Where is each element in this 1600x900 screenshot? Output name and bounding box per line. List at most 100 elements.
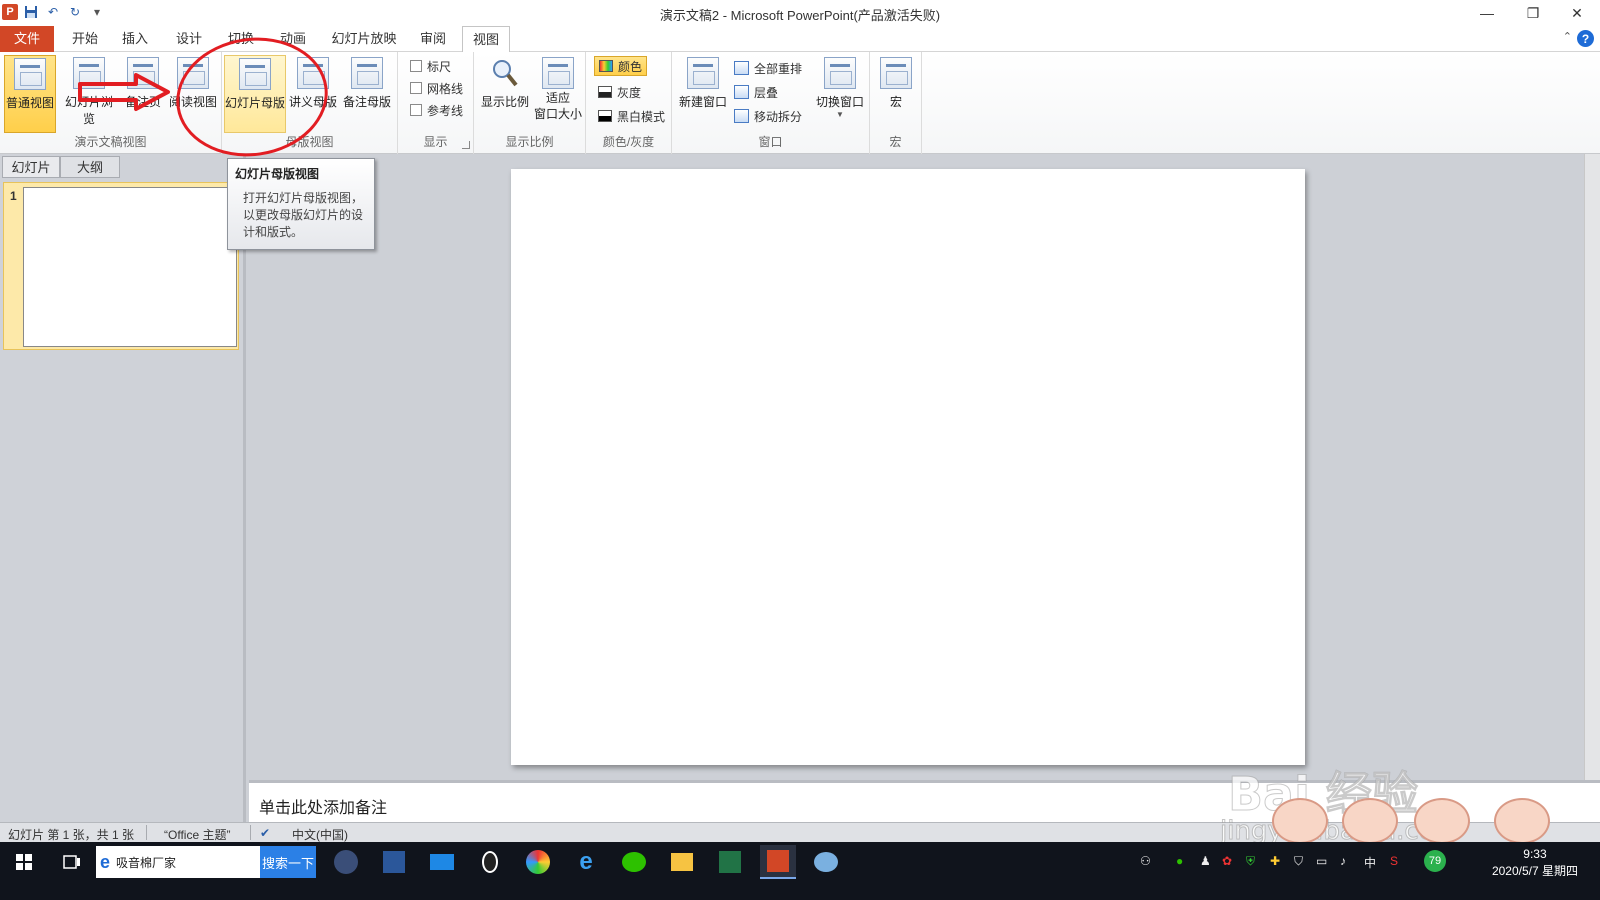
notes-placeholder[interactable]: 单击此处添加备注	[259, 794, 387, 818]
window-title: 演示文稿2 - Microsoft PowerPoint(产品激活失败)	[659, 8, 941, 23]
app-zb-icon[interactable]	[330, 848, 362, 876]
sogou-icon[interactable]: S	[1390, 854, 1398, 868]
search-query[interactable]: 吸音棉厂家	[116, 854, 176, 871]
normal-view-button[interactable]: 普通视图	[4, 55, 56, 133]
cascade-button[interactable]: 层叠	[734, 82, 778, 102]
group-zoom: 显示比例 适应 窗口大小 显示比例	[474, 52, 586, 154]
move-split-label: 移动拆分	[754, 109, 803, 124]
macros-button[interactable]: 宏	[876, 55, 916, 133]
slide-thumbnail[interactable]	[23, 187, 237, 347]
mail-icon[interactable]	[426, 848, 458, 876]
new-window-label: 新建窗口	[678, 95, 727, 109]
collapse-ribbon-icon[interactable]: ⌃	[1563, 30, 1572, 43]
gridlines-check-box[interactable]	[410, 82, 422, 94]
people-icon[interactable]: ⚇	[1140, 854, 1151, 868]
cascade-icon	[734, 85, 749, 99]
slide-canvas[interactable]	[511, 169, 1305, 765]
add-tray-icon[interactable]: ✚	[1270, 854, 1280, 868]
minimize-button[interactable]: —	[1464, 0, 1510, 26]
volume-icon[interactable]: ♪	[1340, 854, 1346, 868]
tab-design[interactable]: 设计	[166, 26, 212, 52]
tooltip-title: 幻灯片母版视图	[235, 167, 320, 181]
app-tray-icon[interactable]: ✿	[1222, 854, 1232, 868]
switch-windows-label: 切换窗口	[815, 95, 864, 109]
normal-view-icon	[14, 58, 46, 90]
grayscale-button[interactable]: 灰度	[598, 82, 641, 102]
wechat-tray-icon[interactable]: ●	[1176, 854, 1183, 868]
notes-master-icon	[351, 57, 383, 89]
browser-icon[interactable]	[522, 848, 554, 876]
paint-icon[interactable]	[810, 848, 842, 876]
tab-slideshow[interactable]: 幻灯片放映	[326, 26, 402, 52]
slide-thumbnail-selected[interactable]: 1	[3, 182, 239, 350]
edge-search-icon: e	[100, 851, 111, 872]
notes-master-button[interactable]: 备注母版	[340, 55, 394, 133]
new-window-button[interactable]: 新建窗口	[676, 55, 730, 133]
group-macros: 宏 宏	[870, 52, 922, 154]
macros-icon	[880, 57, 912, 89]
slide-number: 1	[10, 189, 17, 203]
badge-79[interactable]: 79	[1424, 850, 1446, 872]
zoom-button[interactable]: 显示比例	[478, 55, 532, 133]
windows-start-icon[interactable]	[8, 848, 40, 876]
arrange-all-label: 全部重排	[754, 61, 803, 76]
title-bar: P ↶ ↻ ▾ 演示文稿2 - Microsoft PowerPoint(产品激…	[0, 0, 1600, 26]
guides-check-box[interactable]	[410, 104, 422, 116]
gridlines-checkbox[interactable]: 网格线	[410, 78, 463, 98]
color-button[interactable]: 颜色	[594, 56, 648, 76]
fit-to-window-button[interactable]: 适应 窗口大小	[532, 55, 584, 133]
pig-mascot-icon	[1414, 798, 1470, 844]
switch-windows-button[interactable]: 切换窗口 ▼	[812, 55, 868, 133]
vertical-scrollbar[interactable]	[1584, 154, 1600, 780]
tab-slides[interactable]: 幻灯片	[2, 156, 60, 178]
ime-indicator[interactable]: 中	[1364, 854, 1376, 871]
network-icon[interactable]: ▭	[1316, 854, 1327, 868]
tab-home[interactable]: 开始	[62, 26, 108, 52]
taskbar-clock[interactable]: 9:33 2020/5/7 星期四	[1492, 846, 1578, 880]
task-view-icon[interactable]	[56, 848, 88, 876]
arrange-all-button[interactable]: 全部重排	[734, 58, 802, 78]
tab-view[interactable]: 视图	[462, 26, 510, 53]
group-label-presentation-views: 演示文稿视图	[74, 135, 147, 149]
word-icon[interactable]	[378, 848, 410, 876]
tab-outline[interactable]: 大纲	[60, 156, 120, 178]
qq-icon[interactable]	[474, 848, 506, 876]
tab-review[interactable]: 审阅	[410, 26, 456, 52]
black-white-button[interactable]: 黑白模式	[598, 106, 665, 126]
group-label-color: 颜色/灰度	[602, 135, 655, 149]
ie-icon[interactable]: e	[570, 848, 602, 876]
excel-icon[interactable]	[714, 848, 746, 876]
new-window-icon	[687, 57, 719, 89]
guides-label: 参考线	[427, 103, 464, 118]
guides-checkbox[interactable]: 参考线	[410, 100, 463, 120]
security-shield-icon[interactable]: ⛨	[1246, 854, 1255, 869]
show-dialog-launcher-icon[interactable]	[462, 141, 470, 149]
language-status[interactable]: 中文(中国)	[292, 826, 348, 843]
status-divider	[250, 825, 251, 840]
help-icon[interactable]: ?	[1577, 30, 1594, 47]
group-show: 标尺 网格线 参考线 显示	[398, 52, 474, 154]
move-split-button[interactable]: 移动拆分	[734, 106, 802, 126]
restore-button[interactable]: ❐	[1510, 0, 1556, 26]
cascade-label: 层叠	[754, 85, 779, 100]
arrange-all-icon	[734, 61, 749, 75]
ruler-checkbox[interactable]: 标尺	[410, 56, 451, 76]
close-button[interactable]: ✕	[1554, 0, 1600, 26]
black-white-label: 黑白模式	[617, 109, 666, 124]
wechat-icon[interactable]	[618, 848, 650, 876]
powerpoint-taskbar-icon[interactable]	[760, 845, 796, 879]
taskbar-search-box[interactable]: e 吸音棉厂家	[96, 846, 260, 878]
tooltip-slide-master: 幻灯片母版视图 打开幻灯片母版视图，以更改母版幻灯片的设计和版式。	[227, 158, 375, 250]
normal-view-label: 普通视图	[5, 96, 54, 110]
search-button[interactable]: 搜索一下	[260, 846, 316, 878]
defender-icon[interactable]: ⛉	[1294, 854, 1303, 869]
group-label-window: 窗口	[758, 135, 783, 149]
file-explorer-icon[interactable]	[666, 848, 698, 876]
qq-tray-icon[interactable]: ♟	[1200, 854, 1211, 868]
macros-label: 宏	[889, 95, 902, 109]
tab-insert[interactable]: 插入	[112, 26, 158, 52]
color-label: 颜色	[618, 59, 643, 74]
spell-check-icon[interactable]: ✔	[260, 826, 270, 840]
ruler-check-box[interactable]	[410, 60, 422, 72]
tab-file[interactable]: 文件	[0, 26, 54, 52]
